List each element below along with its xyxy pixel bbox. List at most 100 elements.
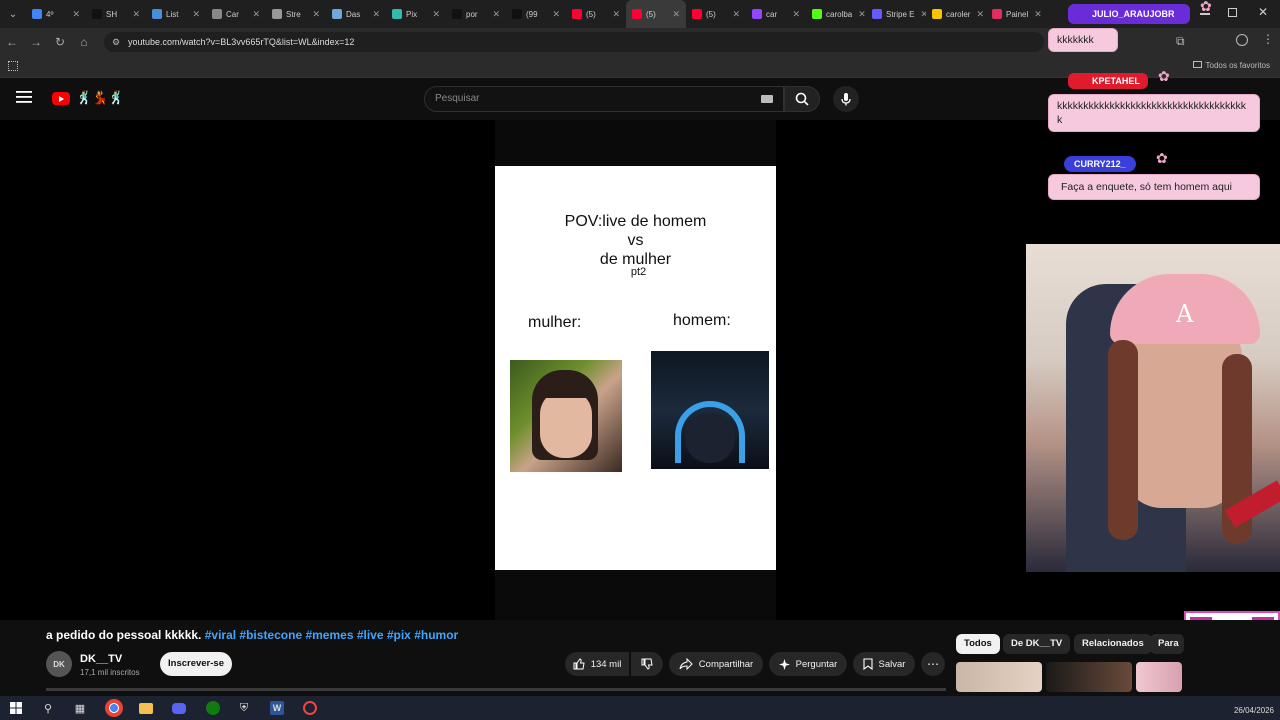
site-info-icon[interactable]: ⚙ — [112, 32, 120, 52]
tab-close-icon[interactable]: ✕ — [732, 9, 740, 20]
browser-tab[interactable]: SH ✕ — [86, 0, 146, 28]
discord-icon[interactable] — [170, 699, 188, 717]
chrome-icon[interactable] — [105, 699, 123, 717]
task-view-icon[interactable]: ▦ — [71, 699, 89, 717]
file-explorer-icon[interactable] — [137, 699, 155, 717]
bookmark-icon — [862, 658, 873, 670]
window-restore-icon[interactable] — [1228, 8, 1237, 17]
account-icon[interactable] — [1236, 34, 1248, 46]
save-button[interactable]: Salvar — [853, 652, 915, 676]
recommended-thumbnail[interactable] — [956, 662, 1042, 692]
ask-button[interactable]: Perguntar — [769, 652, 847, 676]
tab-label: 4º — [46, 9, 54, 19]
streamer-webcam: A — [1026, 244, 1280, 572]
share-button[interactable]: Compartilhar — [669, 652, 763, 676]
browser-tab[interactable]: List ✕ — [146, 0, 206, 28]
apps-grid-icon[interactable] — [8, 61, 18, 71]
all-favorites-button[interactable]: Todos os favoritos — [1192, 61, 1270, 70]
browser-tab[interactable]: caroler ✕ — [926, 0, 986, 28]
tab-label: car — [766, 9, 778, 19]
tab-close-icon[interactable]: ✕ — [132, 9, 140, 20]
video-progress-bar[interactable] — [46, 688, 946, 691]
video-hashtags[interactable]: #viral #bistecone #memes #live #pix #hum… — [205, 628, 458, 642]
tab-favicon-icon — [632, 9, 642, 19]
back-icon[interactable]: ← — [0, 28, 24, 56]
search-button[interactable] — [784, 86, 820, 112]
tab-close-icon[interactable]: ✕ — [976, 9, 984, 20]
browser-tab[interactable]: (99 ✕ — [506, 0, 566, 28]
hamburger-menu-icon[interactable] — [16, 90, 32, 104]
dislike-button[interactable] — [631, 652, 663, 676]
flower-icon: ✿ — [1158, 68, 1170, 84]
tab-search-icon[interactable]: ⌄ — [0, 0, 26, 28]
tab-favicon-icon — [752, 9, 762, 19]
search-input[interactable]: Pesquisar — [424, 86, 784, 112]
browser-tab[interactable]: carolba ✕ — [806, 0, 866, 28]
browser-menu-icon[interactable]: ⋮ — [1262, 32, 1274, 46]
recommended-thumbnail[interactable] — [1136, 662, 1182, 692]
security-shield-icon[interactable]: ⛨ — [235, 699, 253, 717]
like-count: 134 mil — [590, 658, 622, 670]
browser-tab[interactable]: por ✕ — [446, 0, 506, 28]
browser-tab[interactable]: Das ✕ — [326, 0, 386, 28]
chip-all[interactable]: Todos — [956, 634, 1000, 654]
tab-close-icon[interactable]: ✕ — [372, 9, 380, 20]
youtube-logo[interactable] — [52, 92, 70, 105]
tab-label: Painel — [1006, 9, 1029, 19]
tab-close-icon[interactable]: ✕ — [72, 9, 80, 20]
tab-close-icon[interactable]: ✕ — [492, 9, 500, 20]
tab-close-icon[interactable]: ✕ — [672, 9, 680, 20]
chip-from-channel[interactable]: De DK__TV — [1003, 634, 1071, 654]
pov-line-1: POV:live de homem — [564, 213, 707, 230]
taskbar-search-icon[interactable]: ⚲ — [39, 699, 57, 717]
browser-tab[interactable]: (5) ✕ — [686, 0, 746, 28]
subscribe-button[interactable]: Inscrever-se — [160, 652, 232, 676]
tab-close-icon[interactable]: ✕ — [792, 9, 800, 20]
browser-tab[interactable]: 4º ✕ — [26, 0, 86, 28]
recommended-thumbnail[interactable] — [1046, 662, 1132, 692]
xbox-icon[interactable] — [204, 699, 222, 717]
chip-related[interactable]: Relacionados — [1074, 634, 1152, 654]
tab-close-icon[interactable]: ✕ — [312, 9, 320, 20]
tab-close-icon[interactable]: ✕ — [552, 9, 560, 20]
url-field[interactable]: ⚙ youtube.com/watch?v=BL3vv665rTQ&list=W… — [104, 32, 1044, 52]
browser-tab[interactable]: Car ✕ — [206, 0, 266, 28]
chip-for-you[interactable]: Para — [1150, 634, 1184, 654]
browser-tab[interactable]: (5) ✕ — [566, 0, 626, 28]
browser-tab[interactable]: Pix ✕ — [386, 0, 446, 28]
window-close-icon[interactable]: ✕ — [1258, 5, 1268, 19]
voice-search-button[interactable] — [833, 86, 859, 112]
browser-tab[interactable]: Stripe E ✕ — [866, 0, 926, 28]
tab-close-icon[interactable]: ✕ — [858, 9, 866, 20]
extensions-icon[interactable]: ⧉ — [1176, 34, 1185, 49]
like-button[interactable]: 134 mil — [565, 652, 629, 676]
keyboard-icon[interactable] — [761, 95, 773, 103]
home-icon[interactable]: ⌂ — [72, 28, 96, 56]
word-icon[interactable]: W — [268, 699, 286, 717]
reload-icon[interactable]: ↻ — [48, 28, 72, 56]
windows-start-icon[interactable] — [7, 699, 25, 717]
browser-tab[interactable]: Stre ✕ — [266, 0, 326, 28]
tab-close-icon[interactable]: ✕ — [192, 9, 200, 20]
short-video-frame: POV:live de homem vs de mulher pt2 mulhe… — [495, 166, 776, 570]
more-actions-button[interactable]: ⋯ — [921, 652, 945, 676]
tab-favicon-icon — [812, 9, 822, 19]
channel-name[interactable]: DK__TV — [80, 653, 122, 665]
app-icon[interactable] — [301, 699, 319, 717]
tab-close-icon[interactable]: ✕ — [252, 9, 260, 20]
tab-close-icon[interactable]: ✕ — [1034, 9, 1042, 20]
share-icon — [679, 658, 693, 670]
share-label: Compartilhar — [698, 658, 754, 670]
browser-tab[interactable]: Painel ✕ — [986, 0, 1046, 28]
youtube-doodle[interactable]: 🕺💃🕺 — [76, 90, 125, 106]
forward-icon[interactable]: → — [24, 28, 48, 56]
tab-label: Pix — [406, 9, 418, 19]
tab-close-icon[interactable]: ✕ — [612, 9, 620, 20]
tab-close-icon[interactable]: ✕ — [432, 9, 440, 20]
browser-tab[interactable]: (5) ✕ — [626, 0, 686, 28]
channel-avatar[interactable]: DK — [46, 651, 72, 677]
profile-badge[interactable]: JULIO_ARAUJOBR — [1068, 4, 1190, 24]
flower-icon: ✿ — [1156, 150, 1168, 166]
taskbar-date: 26/04/2026 — [1233, 706, 1274, 715]
browser-tab[interactable]: car ✕ — [746, 0, 806, 28]
